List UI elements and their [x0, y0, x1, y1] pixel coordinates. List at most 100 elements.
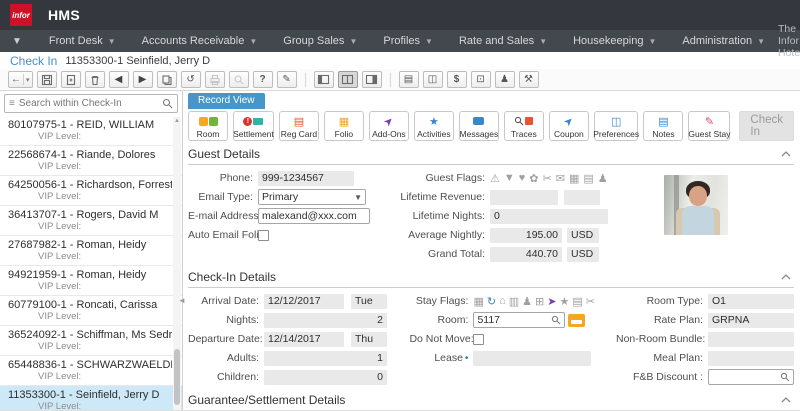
end-of-day-button[interactable]: ⊡	[470, 71, 491, 88]
coupon-button[interactable]: ➤ Coupon	[548, 111, 589, 141]
list-item-guest[interactable]: 94921959-1 - Roman, Heidy VIP Level:	[0, 266, 182, 296]
add-ons-button[interactable]: ➤ Add-Ons	[368, 111, 409, 141]
building-icon[interactable]: ⌂	[499, 295, 506, 307]
list-item-guest[interactable]: 22568674-1 - Riande, Dolores VIP Level:	[0, 146, 182, 176]
share-guest-icon[interactable]: ↻	[487, 295, 496, 308]
preview-button[interactable]	[228, 71, 249, 88]
property-status-button[interactable]: ▤	[398, 71, 419, 88]
print-button[interactable]	[204, 71, 225, 88]
menu-housekeeping[interactable]: Housekeeping ▼	[560, 35, 669, 47]
nav-menu-caret-icon[interactable]: ▼	[0, 36, 36, 47]
chevron-down-icon: ▼	[648, 36, 657, 46]
calendar-icon[interactable]: ▦	[569, 172, 579, 185]
messages-button[interactable]: Messages	[458, 111, 499, 141]
report-icon[interactable]: ▤	[572, 295, 582, 308]
collapse-chevron-icon[interactable]	[780, 396, 792, 404]
activities-button[interactable]: ★ Activities	[413, 111, 454, 141]
luggage-icon[interactable]: ▦	[473, 295, 483, 308]
list-item-guest[interactable]: 36413707-1 - Rogers, David M VIP Level:	[0, 206, 182, 236]
list-item-guest[interactable]: 11353300-1 - Seinfield, Jerry D VIP Level…	[0, 386, 182, 410]
next-record-button[interactable]: ▶	[132, 71, 153, 88]
cashier-button[interactable]: $	[446, 71, 467, 88]
fb-discount-lookup-icon[interactable]	[780, 372, 790, 382]
traces-button[interactable]: Traces	[503, 111, 544, 141]
check-in-button[interactable]: Check In	[739, 111, 794, 141]
preferences-button[interactable]: ◫ Preferences	[593, 111, 639, 141]
guest-stay-button[interactable]: ✎ Guest Stay	[688, 111, 730, 141]
cut-icon[interactable]: ✂	[586, 295, 595, 308]
door-icon: ⊡	[476, 74, 485, 85]
room-lookup-icon[interactable]	[551, 315, 561, 325]
list-item-guest[interactable]: 64250056-1 - Richardson, Forrest VIP Leve…	[0, 176, 182, 206]
print-icon	[209, 74, 220, 85]
scissors-icon[interactable]: ✂	[543, 172, 552, 185]
email-input[interactable]	[262, 210, 366, 222]
delete-button[interactable]	[84, 71, 105, 88]
split-pane-button[interactable]	[337, 71, 358, 88]
menu-rate-and-sales[interactable]: Rate and Sales ▼	[446, 35, 560, 47]
grid-icon[interactable]: ⊞	[535, 295, 544, 308]
list-item-guest[interactable]: 60779100-1 - Roncati, Carissa VIP Level:	[0, 296, 182, 326]
search-icon[interactable]	[162, 98, 173, 109]
room-button[interactable]: Room	[188, 111, 228, 141]
list-item-guest[interactable]: 27687982-1 - Roman, Heidy VIP Level:	[0, 236, 182, 266]
help-button[interactable]: ?	[252, 71, 273, 88]
edit-button[interactable]: ✎	[276, 71, 297, 88]
menu-administration[interactable]: Administration ▼	[669, 35, 778, 47]
collapse-chevron-icon[interactable]	[780, 273, 792, 281]
forward-icon[interactable]: ➤	[547, 295, 556, 308]
save-button[interactable]	[36, 71, 57, 88]
collapse-chevron-icon[interactable]	[780, 150, 792, 158]
warning-icon[interactable]: ⚠	[490, 172, 500, 185]
menu-profiles[interactable]: Profiles ▼	[370, 35, 446, 47]
gift-icon[interactable]: ✿	[529, 172, 538, 185]
star-icon[interactable]: ★	[559, 295, 569, 308]
room-input[interactable]	[477, 314, 552, 326]
list-item-guest[interactable]: 36524092-1 - Schiffman, Ms Sedra G VIP Le…	[0, 326, 182, 356]
reg-card-button[interactable]: ▤ Reg Card	[278, 111, 319, 141]
collapse-left-pane-button[interactable]	[313, 71, 334, 88]
room-rack-button[interactable]: ◫	[422, 71, 443, 88]
fb-discount-input[interactable]	[712, 371, 780, 383]
section-title: Guarantee/Settlement Details	[188, 393, 346, 407]
notes-button[interactable]: ▤ Notes	[643, 111, 684, 141]
scroll-up-icon[interactable]: ▲	[174, 118, 180, 124]
list-item-guest[interactable]: 80107975-1 - REID, WILLIAM VIP Level:	[0, 116, 182, 146]
menu-accounts-receivable[interactable]: Accounts Receivable ▼	[129, 35, 271, 47]
document-icon[interactable]: ▤	[583, 172, 593, 185]
sidebar-scrollbar[interactable]: ▲	[173, 117, 181, 410]
list-item-guest[interactable]: 65448836-1 - SCHWARZWAELDER, ...VIP Leve…	[0, 356, 182, 386]
copy-icon[interactable]: ▥	[509, 295, 519, 308]
auto-email-checkbox[interactable]	[258, 229, 269, 241]
email-type-select[interactable]: Primary ▼	[258, 189, 366, 205]
section-title: Check-In Details	[188, 270, 277, 284]
new-record-button[interactable]	[60, 71, 81, 88]
settlement-button[interactable]: ! Settlement	[233, 111, 274, 141]
undo-button[interactable]: ↺	[180, 71, 201, 88]
search-input[interactable]	[18, 98, 158, 109]
list-menu-icon[interactable]: ≡	[9, 98, 15, 109]
do-not-move-checkbox[interactable]	[473, 333, 485, 345]
quick-keys-button[interactable]: ⚒	[518, 71, 539, 88]
menu-front-desk[interactable]: Front Desk ▼	[36, 35, 129, 47]
heart-icon[interactable]: ♥	[519, 172, 526, 184]
folio-button[interactable]: ▦ Folio	[323, 111, 364, 141]
comment-icon[interactable]: ✉	[556, 172, 565, 185]
breadcrumb-page-link[interactable]: Check In	[10, 54, 57, 68]
vip-icon[interactable]: ▼	[504, 172, 515, 184]
add-person-icon[interactable]: ♟	[522, 295, 532, 308]
duplicate-button[interactable]	[156, 71, 177, 88]
guest-photo	[664, 175, 728, 235]
back-button[interactable]: ← ▾	[8, 71, 33, 88]
tab-record-view[interactable]: Record View	[188, 93, 265, 109]
person-pin-icon[interactable]: ♟	[598, 172, 608, 185]
scrollbar-thumb[interactable]	[174, 349, 180, 405]
chevron-down-icon: ▼	[425, 36, 433, 46]
split-pane-icon	[341, 74, 354, 85]
collapse-right-pane-button[interactable]	[361, 71, 382, 88]
menu-group-sales[interactable]: Group Sales ▼	[270, 35, 370, 47]
panel-splitter-handle[interactable]: ◄	[178, 296, 186, 305]
previous-record-button[interactable]: ◀	[108, 71, 129, 88]
room-plan-icon[interactable]	[568, 313, 586, 327]
guest-services-button[interactable]: ♟	[494, 71, 515, 88]
